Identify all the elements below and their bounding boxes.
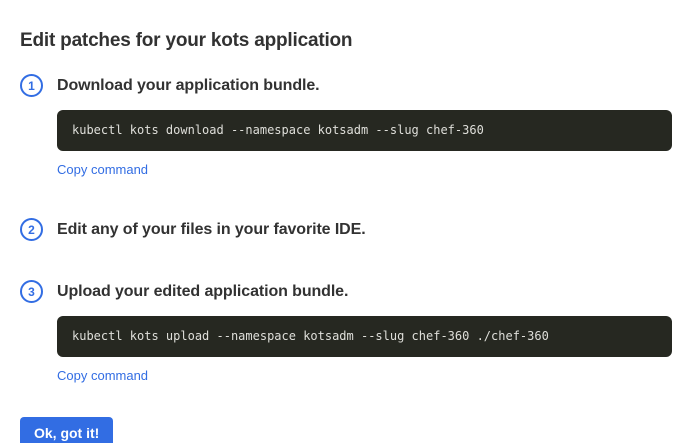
edit-patches-panel: Edit patches for your kots application 1… bbox=[0, 0, 690, 443]
step-3-body: kubectl kots upload --namespace kotsadm … bbox=[57, 316, 672, 385]
upload-command-code-block[interactable]: kubectl kots upload --namespace kotsadm … bbox=[57, 316, 672, 357]
step-1-number-badge: 1 bbox=[20, 74, 43, 97]
step-3-heading: Upload your edited application bundle. bbox=[57, 283, 348, 301]
download-command-code-block[interactable]: kubectl kots download --namespace kotsad… bbox=[57, 110, 672, 151]
step-2: 2 Edit any of your files in your favorit… bbox=[20, 218, 672, 241]
step-1-header: 1 Download your application bundle. bbox=[20, 74, 672, 97]
step-2-number-badge: 2 bbox=[20, 218, 43, 241]
ok-got-it-button[interactable]: Ok, got it! bbox=[20, 417, 113, 443]
copy-upload-command-link[interactable]: Copy command bbox=[57, 368, 148, 383]
step-3-header: 3 Upload your edited application bundle. bbox=[20, 280, 672, 303]
step-2-heading: Edit any of your files in your favorite … bbox=[57, 221, 366, 239]
step-1: 1 Download your application bundle. kube… bbox=[20, 74, 672, 179]
step-3-number-badge: 3 bbox=[20, 280, 43, 303]
step-1-heading: Download your application bundle. bbox=[57, 77, 319, 95]
step-2-header: 2 Edit any of your files in your favorit… bbox=[20, 218, 672, 241]
copy-download-command-link[interactable]: Copy command bbox=[57, 162, 148, 177]
step-3: 3 Upload your edited application bundle.… bbox=[20, 280, 672, 385]
page-title: Edit patches for your kots application bbox=[20, 30, 672, 52]
step-1-body: kubectl kots download --namespace kotsad… bbox=[57, 110, 672, 179]
